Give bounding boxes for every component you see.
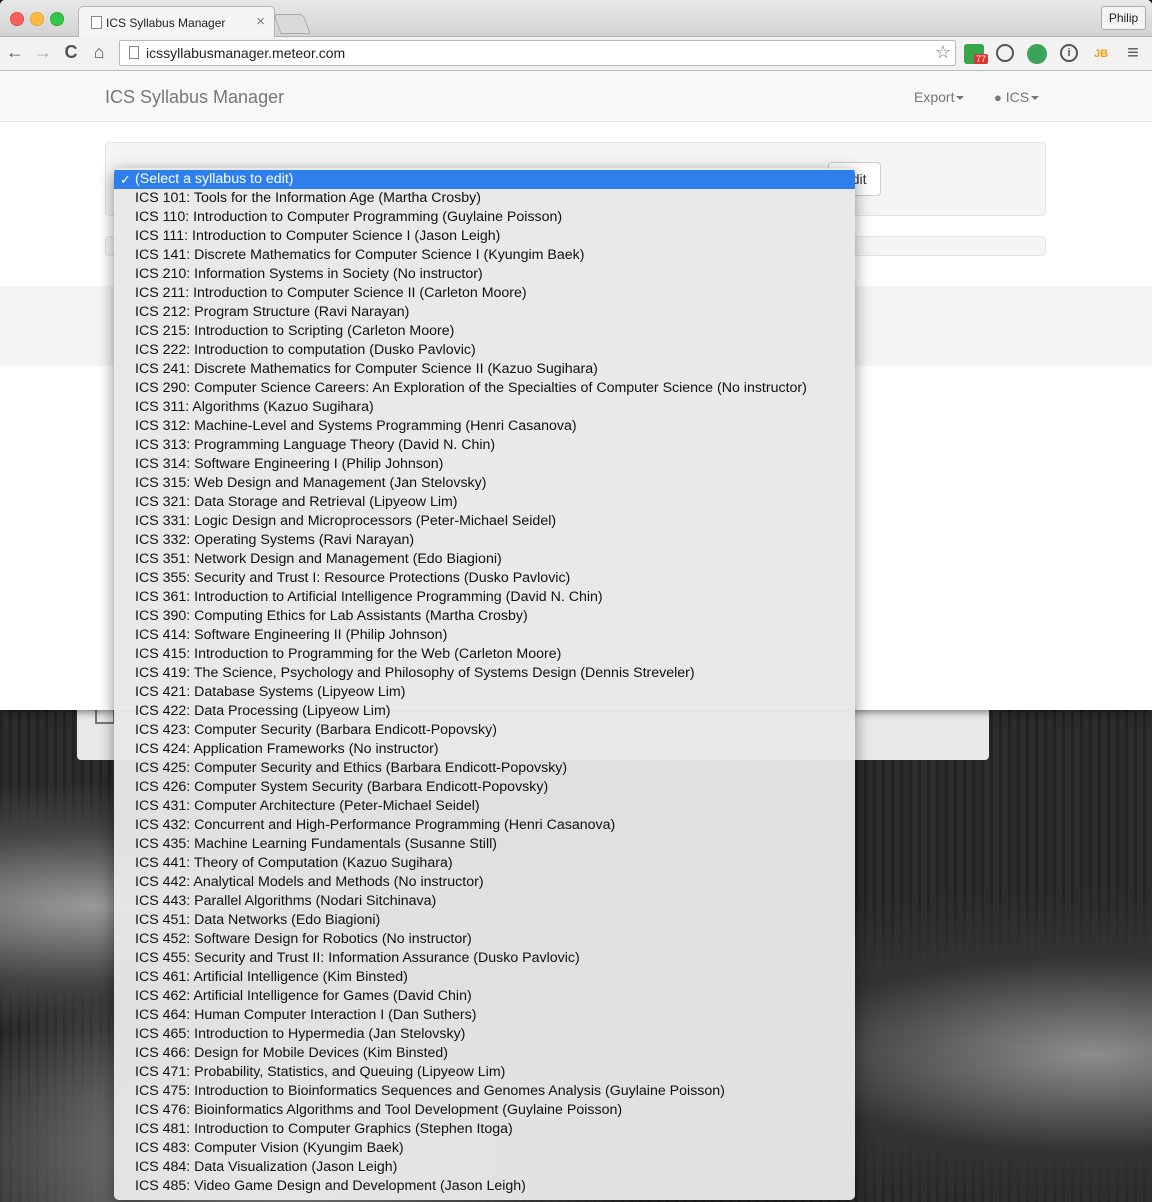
select-option[interactable]: ICS 485: Video Game Design and Developme… xyxy=(114,1177,855,1196)
checkmark-icon: ✓ xyxy=(120,172,131,187)
caret-down-icon xyxy=(956,96,965,101)
select-option[interactable]: ICS 331: Logic Design and Microprocessor… xyxy=(114,512,855,531)
select-option[interactable]: ICS 435: Machine Learning Fundamentals (… xyxy=(114,835,855,854)
select-option[interactable]: ICS 210: Information Systems in Society … xyxy=(114,265,855,284)
back-icon[interactable]: ← xyxy=(4,42,26,63)
select-option[interactable]: ICS 421: Database Systems (Lipyeow Lim) xyxy=(114,683,855,702)
select-option[interactable]: ICS 423: Computer Security (Barbara Endi… xyxy=(114,721,855,740)
select-option[interactable]: ICS 414: Software Engineering II (Philip… xyxy=(114,626,855,645)
select-option[interactable]: ICS 476: Bioinformatics Algorithms and T… xyxy=(114,1101,855,1120)
select-option[interactable]: ICS 332: Operating Systems (Ravi Narayan… xyxy=(114,531,855,550)
select-option[interactable]: ICS 442: Analytical Models and Methods (… xyxy=(114,873,855,892)
bookmark-star-icon[interactable]: ☆ xyxy=(935,42,951,63)
select-option-placeholder[interactable]: ✓ (Select a syllabus to edit) xyxy=(114,170,855,189)
option-label: (Select a syllabus to edit) xyxy=(135,171,294,187)
select-option[interactable]: ICS 110: Introduction to Computer Progra… xyxy=(114,208,855,227)
select-option[interactable]: ICS 313: Programming Language Theory (Da… xyxy=(114,436,855,455)
select-option[interactable]: ICS 424: Application Frameworks (No inst… xyxy=(114,740,855,759)
export-menu[interactable]: Export xyxy=(914,89,965,105)
select-option[interactable]: ICS 290: Computer Science Careers: An Ex… xyxy=(114,379,855,398)
select-option[interactable]: ICS 355: Security and Trust I: Resource … xyxy=(114,569,855,588)
profile-button[interactable]: Philip xyxy=(1101,6,1146,30)
browser-toolbar: ← → C ⌂ icssyllabusmanager.meteor.com ☆ … xyxy=(0,37,1152,71)
caret-down-icon xyxy=(1031,96,1040,101)
select-option[interactable]: ICS 315: Web Design and Management (Jan … xyxy=(114,474,855,493)
select-option[interactable]: ICS 111: Introduction to Computer Scienc… xyxy=(114,227,855,246)
select-option[interactable]: ICS 311: Algorithms (Kazuo Sugihara) xyxy=(114,398,855,417)
select-option[interactable]: ICS 314: Software Engineering I (Philip … xyxy=(114,455,855,474)
address-bar[interactable]: icssyllabusmanager.meteor.com ☆ xyxy=(119,40,956,66)
select-option[interactable]: ICS 212: Program Structure (Ravi Narayan… xyxy=(114,303,855,322)
select-option[interactable]: ICS 451: Data Networks (Edo Biagioni) xyxy=(114,911,855,930)
select-option[interactable]: ICS 415: Introduction to Programming for… xyxy=(114,645,855,664)
brand-title[interactable]: ICS Syllabus Manager xyxy=(105,87,284,108)
option-list: ICS 101: Tools for the Information Age (… xyxy=(114,189,855,1196)
select-option[interactable]: ICS 101: Tools for the Information Age (… xyxy=(114,189,855,208)
select-option[interactable]: ICS 465: Introduction to Hypermedia (Jan… xyxy=(114,1025,855,1044)
select-option[interactable]: ICS 461: Artificial Intelligence (Kim Bi… xyxy=(114,968,855,987)
select-option[interactable]: ICS 466: Design for Mobile Devices (Kim … xyxy=(114,1044,855,1063)
export-label: Export xyxy=(914,89,955,105)
select-option[interactable]: ICS 471: Probability, Statistics, and Qu… xyxy=(114,1063,855,1082)
select-option[interactable]: ICS 475: Introduction to Bioinformatics … xyxy=(114,1082,855,1101)
syllabus-select-dropdown[interactable]: ✓ (Select a syllabus to edit) ICS 101: T… xyxy=(114,168,855,1200)
app-navbar: ICS Syllabus Manager Export ● ICS xyxy=(0,71,1152,122)
tab-close-icon[interactable]: × xyxy=(256,13,265,30)
extension-sync-icon[interactable] xyxy=(996,44,1014,62)
forward-icon[interactable]: → xyxy=(32,42,54,63)
user-label: ICS xyxy=(1005,89,1030,105)
select-option[interactable]: ICS 141: Discrete Mathematics for Comput… xyxy=(114,246,855,265)
select-option[interactable]: ICS 432: Concurrent and High-Performance… xyxy=(114,816,855,835)
select-option[interactable]: ICS 484: Data Visualization (Jason Leigh… xyxy=(114,1158,855,1177)
user-icon: ● xyxy=(994,90,1002,105)
select-option[interactable]: ICS 431: Computer Architecture (Peter-Mi… xyxy=(114,797,855,816)
new-tab-button[interactable] xyxy=(273,14,311,34)
reload-icon[interactable]: C xyxy=(60,42,82,63)
user-menu[interactable]: ● ICS xyxy=(994,89,1040,105)
window-maximize-button[interactable] xyxy=(50,12,64,26)
select-option[interactable]: ICS 426: Computer System Security (Barba… xyxy=(114,778,855,797)
window-close-button[interactable] xyxy=(10,12,24,26)
page-icon xyxy=(91,16,102,29)
extension-jb-icon[interactable]: JB xyxy=(1091,44,1111,64)
select-option[interactable]: ICS 321: Data Storage and Retrieval (Lip… xyxy=(114,493,855,512)
select-option[interactable]: ICS 222: Introduction to computation (Du… xyxy=(114,341,855,360)
browser-titlebar: ICS Syllabus Manager × Philip xyxy=(0,0,1152,38)
extension-hangouts-icon[interactable] xyxy=(1027,44,1047,64)
select-option[interactable]: ICS 361: Introduction to Artificial Inte… xyxy=(114,588,855,607)
home-icon[interactable]: ⌂ xyxy=(88,42,110,63)
select-option[interactable]: ICS 455: Security and Trust II: Informat… xyxy=(114,949,855,968)
select-option[interactable]: ICS 481: Introduction to Computer Graphi… xyxy=(114,1120,855,1139)
select-option[interactable]: ICS 462: Artificial Intelligence for Gam… xyxy=(114,987,855,1006)
select-option[interactable]: ICS 464: Human Computer Interaction I (D… xyxy=(114,1006,855,1025)
select-option[interactable]: ICS 419: The Science, Psychology and Phi… xyxy=(114,664,855,683)
select-option[interactable]: ICS 351: Network Design and Management (… xyxy=(114,550,855,569)
select-option[interactable]: ICS 241: Discrete Mathematics for Comput… xyxy=(114,360,855,379)
extension-info-icon[interactable]: i xyxy=(1060,44,1078,62)
extension-badge: 77 xyxy=(974,54,989,64)
select-option[interactable]: ICS 483: Computer Vision (Kyungim Baek) xyxy=(114,1139,855,1158)
window-minimize-button[interactable] xyxy=(30,12,44,26)
select-option[interactable]: ICS 215: Introduction to Scripting (Carl… xyxy=(114,322,855,341)
select-option[interactable]: ICS 211: Introduction to Computer Scienc… xyxy=(114,284,855,303)
select-option[interactable]: ICS 390: Computing Ethics for Lab Assist… xyxy=(114,607,855,626)
browser-tab[interactable]: ICS Syllabus Manager × xyxy=(78,6,275,38)
menu-icon[interactable]: ≡ xyxy=(1122,42,1144,65)
select-option[interactable]: ICS 425: Computer Security and Ethics (B… xyxy=(114,759,855,778)
select-option[interactable]: ICS 441: Theory of Computation (Kazuo Su… xyxy=(114,854,855,873)
select-option[interactable]: ICS 422: Data Processing (Lipyeow Lim) xyxy=(114,702,855,721)
url-text[interactable]: icssyllabusmanager.meteor.com xyxy=(146,45,345,61)
select-option[interactable]: ICS 443: Parallel Algorithms (Nodari Sit… xyxy=(114,892,855,911)
page-icon xyxy=(129,46,139,59)
monitor-icon xyxy=(95,708,115,724)
tab-title: ICS Syllabus Manager xyxy=(106,16,226,30)
select-option[interactable]: ICS 452: Software Design for Robotics (N… xyxy=(114,930,855,949)
select-option[interactable]: ICS 312: Machine-Level and Systems Progr… xyxy=(114,417,855,436)
